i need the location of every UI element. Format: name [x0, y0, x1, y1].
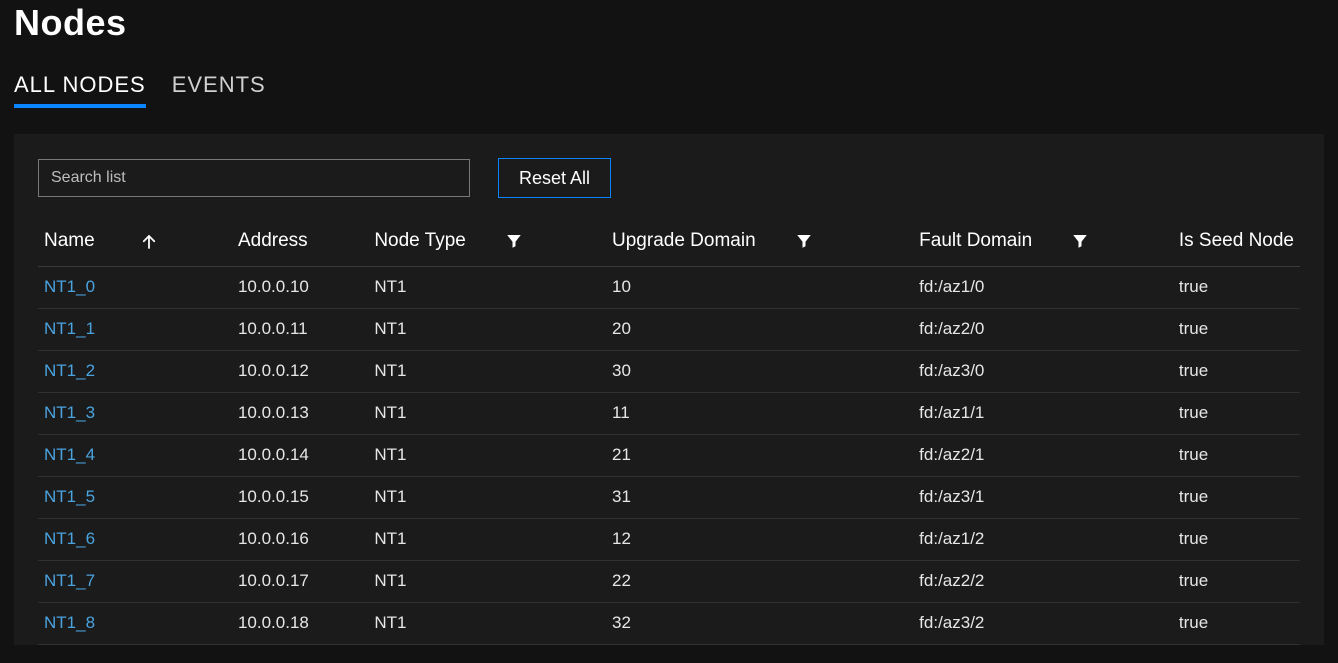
col-header-upgrade-domain[interactable]: Upgrade Domain [606, 222, 913, 267]
cell-node-type: NT1 [368, 519, 606, 561]
page-title: Nodes [14, 2, 1324, 44]
cell-name: NT1_8 [38, 603, 232, 645]
cell-name: NT1_5 [38, 477, 232, 519]
table-header-row: Name Address [38, 222, 1300, 267]
cell-is-seed-node: true [1173, 603, 1300, 645]
cell-is-seed-node: true [1173, 435, 1300, 477]
cell-address: 10.0.0.14 [232, 435, 368, 477]
cell-upgrade-domain: 11 [606, 393, 913, 435]
tab-events[interactable]: EVENTS [172, 72, 266, 108]
col-header-name-label: Name [44, 230, 95, 252]
cell-upgrade-domain: 20 [606, 309, 913, 351]
node-link[interactable]: NT1_1 [44, 319, 95, 338]
table-row: NT1_5 10.0.0.15NT131fd:/az3/1true [38, 477, 1300, 519]
col-header-node-type-label: Node Type [374, 230, 466, 252]
reset-all-button[interactable]: Reset All [498, 158, 611, 198]
table-row: NT1_4 10.0.0.14NT121fd:/az2/1true [38, 435, 1300, 477]
cell-upgrade-domain: 30 [606, 351, 913, 393]
col-header-address-label: Address [238, 230, 308, 251]
cell-fault-domain: fd:/az1/0 [913, 267, 1173, 309]
table-row: NT1_1 10.0.0.11NT120fd:/az2/0true [38, 309, 1300, 351]
cell-name: NT1_6 [38, 519, 232, 561]
cell-name: NT1_7 [38, 561, 232, 603]
toolbar: Reset All [38, 158, 1300, 198]
cell-upgrade-domain: 22 [606, 561, 913, 603]
cell-address: 10.0.0.13 [232, 393, 368, 435]
tab-all-nodes[interactable]: ALL NODES [14, 72, 146, 108]
cell-node-type: NT1 [368, 435, 606, 477]
node-link[interactable]: NT1_4 [44, 445, 95, 464]
sort-asc-icon[interactable] [139, 232, 159, 252]
cell-is-seed-node: true [1173, 351, 1300, 393]
panel: Reset All Name [14, 134, 1324, 645]
cell-name: NT1_1 [38, 309, 232, 351]
table-row: NT1_7 10.0.0.17NT122fd:/az2/2true [38, 561, 1300, 603]
cell-upgrade-domain: 12 [606, 519, 913, 561]
cell-is-seed-node: true [1173, 309, 1300, 351]
table-row: NT1_8 10.0.0.18NT132fd:/az3/2true [38, 603, 1300, 645]
filter-icon[interactable] [794, 231, 814, 251]
cell-node-type: NT1 [368, 351, 606, 393]
cell-fault-domain: fd:/az1/1 [913, 393, 1173, 435]
cell-node-type: NT1 [368, 309, 606, 351]
col-header-name[interactable]: Name [38, 222, 232, 267]
cell-is-seed-node: true [1173, 477, 1300, 519]
table-row: NT1_2 10.0.0.12NT130fd:/az3/0true [38, 351, 1300, 393]
col-header-is-seed-node[interactable]: Is Seed Node [1173, 222, 1300, 267]
cell-node-type: NT1 [368, 603, 606, 645]
node-link[interactable]: NT1_2 [44, 361, 95, 380]
cell-fault-domain: fd:/az2/2 [913, 561, 1173, 603]
cell-address: 10.0.0.12 [232, 351, 368, 393]
cell-upgrade-domain: 21 [606, 435, 913, 477]
node-link[interactable]: NT1_5 [44, 487, 95, 506]
cell-fault-domain: fd:/az3/1 [913, 477, 1173, 519]
col-header-fault-domain[interactable]: Fault Domain [913, 222, 1173, 267]
filter-icon[interactable] [504, 231, 524, 251]
cell-fault-domain: fd:/az1/2 [913, 519, 1173, 561]
cell-address: 10.0.0.10 [232, 267, 368, 309]
cell-is-seed-node: true [1173, 267, 1300, 309]
node-link[interactable]: NT1_7 [44, 571, 95, 590]
node-link[interactable]: NT1_0 [44, 277, 95, 296]
cell-fault-domain: fd:/az3/0 [913, 351, 1173, 393]
col-header-node-type[interactable]: Node Type [368, 222, 606, 267]
col-header-upgrade-domain-label: Upgrade Domain [612, 230, 756, 252]
node-link[interactable]: NT1_3 [44, 403, 95, 422]
cell-upgrade-domain: 10 [606, 267, 913, 309]
cell-address: 10.0.0.18 [232, 603, 368, 645]
cell-name: NT1_0 [38, 267, 232, 309]
cell-upgrade-domain: 32 [606, 603, 913, 645]
cell-is-seed-node: true [1173, 561, 1300, 603]
cell-node-type: NT1 [368, 477, 606, 519]
search-input[interactable] [38, 159, 470, 197]
cell-name: NT1_4 [38, 435, 232, 477]
cell-node-type: NT1 [368, 393, 606, 435]
col-header-fault-domain-label: Fault Domain [919, 230, 1032, 252]
table-row: NT1_6 10.0.0.16NT112fd:/az1/2true [38, 519, 1300, 561]
cell-node-type: NT1 [368, 267, 606, 309]
cell-address: 10.0.0.15 [232, 477, 368, 519]
cell-is-seed-node: true [1173, 519, 1300, 561]
nodes-table: Name Address [38, 222, 1300, 645]
node-link[interactable]: NT1_8 [44, 613, 95, 632]
cell-address: 10.0.0.17 [232, 561, 368, 603]
col-header-is-seed-node-label: Is Seed Node [1179, 230, 1294, 251]
filter-icon[interactable] [1070, 231, 1090, 251]
table-row: NT1_0 10.0.0.10NT110fd:/az1/0true [38, 267, 1300, 309]
cell-fault-domain: fd:/az2/0 [913, 309, 1173, 351]
cell-fault-domain: fd:/az2/1 [913, 435, 1173, 477]
cell-address: 10.0.0.16 [232, 519, 368, 561]
tabs: ALL NODES EVENTS [14, 72, 1324, 108]
cell-address: 10.0.0.11 [232, 309, 368, 351]
cell-name: NT1_3 [38, 393, 232, 435]
cell-node-type: NT1 [368, 561, 606, 603]
cell-is-seed-node: true [1173, 393, 1300, 435]
cell-fault-domain: fd:/az3/2 [913, 603, 1173, 645]
cell-name: NT1_2 [38, 351, 232, 393]
node-link[interactable]: NT1_6 [44, 529, 95, 548]
cell-upgrade-domain: 31 [606, 477, 913, 519]
col-header-address[interactable]: Address [232, 222, 368, 267]
table-row: NT1_3 10.0.0.13NT111fd:/az1/1true [38, 393, 1300, 435]
